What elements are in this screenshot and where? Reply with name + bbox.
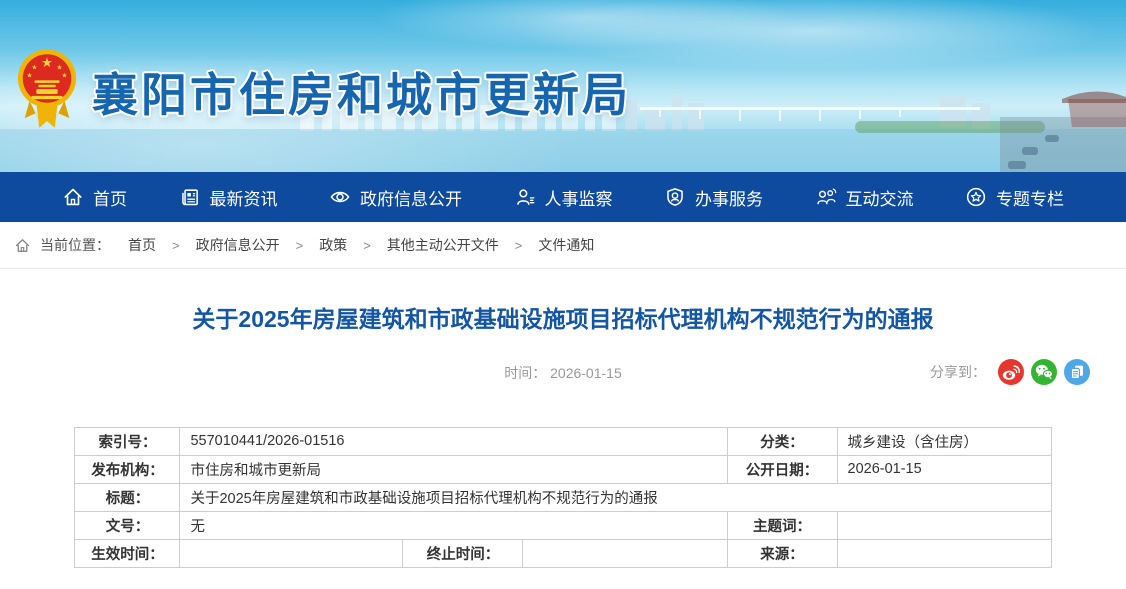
time-label: 时间： xyxy=(504,365,546,381)
svg-text:★: ★ xyxy=(31,65,37,72)
breadcrumb-separator: > xyxy=(172,238,180,253)
share-label: 分享到： xyxy=(930,362,986,382)
star-circle-icon xyxy=(965,186,987,208)
svg-text:★: ★ xyxy=(27,72,33,79)
info-value-source xyxy=(837,539,1051,567)
nav-item-label: 政府信息公开 xyxy=(360,185,462,210)
breadcrumb-link-home[interactable]: 首页 xyxy=(128,235,156,255)
info-value-effective xyxy=(180,539,403,567)
eye-icon xyxy=(329,186,351,208)
nav-item-label: 首页 xyxy=(93,185,127,210)
info-label-category: 分类： xyxy=(727,427,837,455)
info-value-index: 557010441/2026-01516 xyxy=(180,427,727,455)
table-row: 文号： 无 主题词： xyxy=(75,511,1051,539)
home-icon xyxy=(62,186,84,208)
nav-item-news[interactable]: 最新资讯 xyxy=(179,185,278,210)
national-emblem-icon: ★ ★ ★ ★ ★ xyxy=(16,46,78,138)
site-brand: ★ ★ ★ ★ ★ 襄阳市住房和城市更新局 xyxy=(16,46,631,138)
table-row: 标题： 关于2025年房屋建筑和市政基础设施项目招标代理机构不规范行为的通报 xyxy=(75,483,1051,511)
breadcrumb-link-other-public-docs[interactable]: 其他主动公开文件 xyxy=(387,235,499,255)
home-icon xyxy=(14,237,31,254)
article-title: 关于2025年房屋建筑和市政基础设施项目招标代理机构不规范行为的通报 xyxy=(70,305,1056,335)
info-label-pubdate: 公开日期： xyxy=(727,455,837,483)
nav-item-special-columns[interactable]: 专题专栏 xyxy=(965,185,1064,210)
document-info-table: 索引号： 557010441/2026-01516 分类： 城乡建设（含住房） … xyxy=(74,427,1051,568)
breadcrumb: 当前位置： 首页 > 政府信息公开 > 政策 > 其他主动公开文件 > 文件通知 xyxy=(0,222,1126,269)
info-label-publisher: 发布机构： xyxy=(75,455,180,483)
weibo-icon xyxy=(998,359,1024,385)
page: ★ ★ ★ ★ ★ 襄阳市住房和城市更新局 首页 最新资讯 政府信息公开 xyxy=(0,0,1126,568)
nav-item-label: 互动交流 xyxy=(846,185,914,210)
share-copy-button[interactable] xyxy=(1064,359,1090,385)
table-row: 生效时间： 终止时间： 来源： xyxy=(75,539,1051,567)
breadcrumb-label: 当前位置： xyxy=(40,235,110,255)
table-row: 发布机构： 市住房和城市更新局 公开日期： 2026-01-15 xyxy=(75,455,1051,483)
person-icon xyxy=(514,186,536,208)
info-value-docnum: 无 xyxy=(180,511,727,539)
svg-text:★: ★ xyxy=(57,65,63,72)
info-label-index: 索引号： xyxy=(75,427,180,455)
info-label-effective: 生效时间： xyxy=(75,539,180,567)
wechat-icon xyxy=(1031,359,1057,385)
share-wechat-button[interactable] xyxy=(1031,359,1057,385)
nav-item-interaction[interactable]: 互动交流 xyxy=(815,185,914,210)
nav-item-home[interactable]: 首页 xyxy=(62,185,127,210)
site-banner: ★ ★ ★ ★ ★ 襄阳市住房和城市更新局 xyxy=(0,0,1126,172)
nav-item-gov-info[interactable]: 政府信息公开 xyxy=(329,185,462,210)
time-value: 2026-01-15 xyxy=(550,365,622,381)
info-value-expiry xyxy=(523,539,727,567)
breadcrumb-link-policy[interactable]: 政策 xyxy=(319,235,347,255)
info-label-title: 标题： xyxy=(75,483,180,511)
info-value-publisher: 市住房和城市更新局 xyxy=(180,455,727,483)
nav-item-label: 专题专栏 xyxy=(996,185,1064,210)
info-value-keywords xyxy=(837,511,1051,539)
article: 关于2025年房屋建筑和市政基础设施项目招标代理机构不规范行为的通报 时间： 2… xyxy=(0,305,1126,568)
chat-people-icon xyxy=(815,186,837,208)
share-bar: 分享到： xyxy=(930,359,1090,385)
info-label-docnum: 文号： xyxy=(75,511,180,539)
svg-text:★: ★ xyxy=(41,55,53,70)
site-title: 襄阳市住房和城市更新局 xyxy=(92,59,631,125)
breadcrumb-link-gov-info[interactable]: 政府信息公开 xyxy=(196,235,280,255)
table-row: 索引号： 557010441/2026-01516 分类： 城乡建设（含住房） xyxy=(75,427,1051,455)
info-label-keywords: 主题词： xyxy=(727,511,837,539)
breadcrumb-separator: > xyxy=(515,238,523,253)
nav-item-personnel[interactable]: 人事监察 xyxy=(514,185,613,210)
info-label-expiry: 终止时间： xyxy=(403,539,523,567)
info-value-category: 城乡建设（含住房） xyxy=(837,427,1051,455)
info-value-title: 关于2025年房屋建筑和市政基础设施项目招标代理机构不规范行为的通报 xyxy=(180,483,1051,511)
svg-text:★: ★ xyxy=(61,72,67,79)
nav-item-label: 办事服务 xyxy=(695,185,763,210)
info-value-pubdate: 2026-01-15 xyxy=(837,455,1051,483)
nav-item-label: 人事监察 xyxy=(545,185,613,210)
shield-icon xyxy=(664,186,686,208)
nav-item-label: 最新资讯 xyxy=(210,185,278,210)
info-label-source: 来源： xyxy=(727,539,837,567)
breadcrumb-separator: > xyxy=(363,238,371,253)
share-weibo-button[interactable] xyxy=(998,359,1024,385)
main-nav: 首页 最新资讯 政府信息公开 人事监察 办事服务 互动交流 专题专栏 xyxy=(0,172,1126,222)
news-icon xyxy=(179,186,201,208)
nav-item-services[interactable]: 办事服务 xyxy=(664,185,763,210)
article-meta: 时间： 2026-01-15 分享到： xyxy=(0,359,1126,387)
copy-icon xyxy=(1064,359,1090,385)
breadcrumb-link-doc-notice[interactable]: 文件通知 xyxy=(538,235,594,255)
breadcrumb-separator: > xyxy=(296,238,304,253)
